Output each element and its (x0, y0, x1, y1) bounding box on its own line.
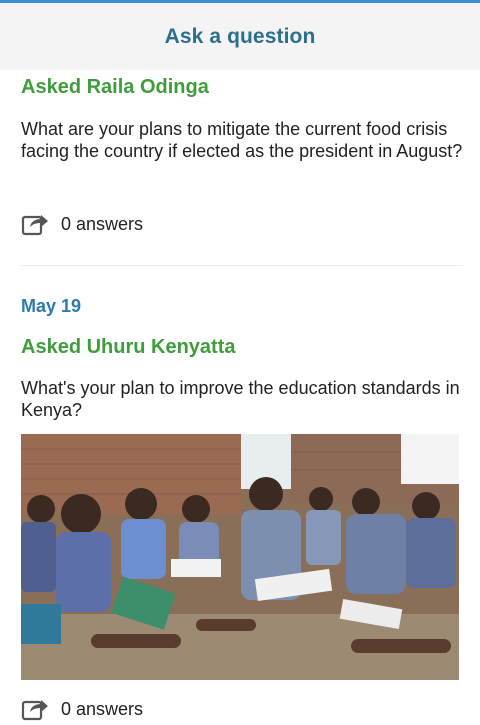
ask-question-title[interactable]: Ask a question (165, 25, 316, 49)
post-2-date: May 19 (21, 296, 82, 316)
share-forward-icon (21, 215, 48, 236)
post-2-photo[interactable] (21, 434, 459, 680)
post-1-asked-label[interactable]: Asked Raila Odinga (21, 76, 209, 99)
app-header: Ask a question (0, 3, 480, 70)
post-2-answers-button[interactable]: 0 answers (21, 695, 143, 723)
post-2-asked-label[interactable]: Asked Uhuru Kenyatta (21, 336, 236, 359)
post-2-answers-count: 0 answers (61, 698, 144, 719)
post-1-answers-count: 0 answers (61, 213, 144, 234)
post-1-question-text: What are your plans to mitigate the curr… (21, 119, 463, 161)
post-1-answers-button[interactable]: 0 answers (21, 210, 143, 238)
share-forward-icon (21, 700, 48, 721)
post-divider (21, 265, 463, 266)
classroom-photo (21, 434, 459, 680)
post-2-question-text: What's your plan to improve the educatio… (21, 378, 460, 420)
